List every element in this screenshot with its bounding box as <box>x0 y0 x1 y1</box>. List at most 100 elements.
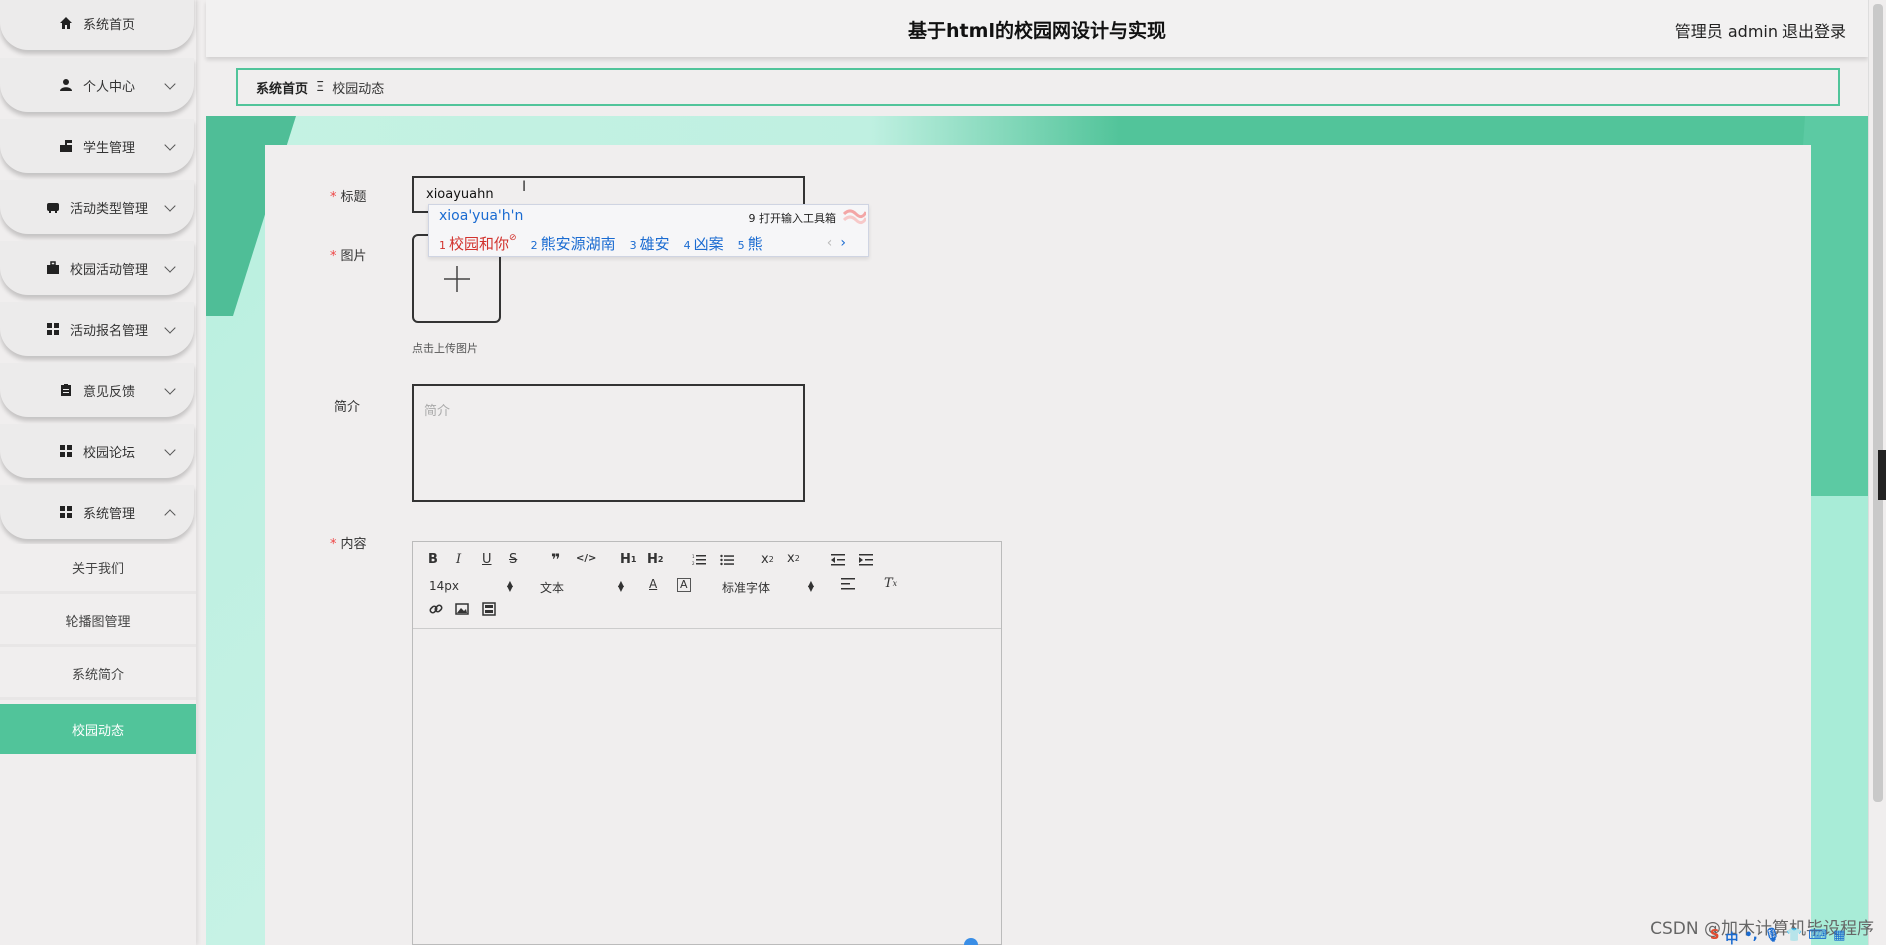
chevron-down-icon <box>164 200 176 212</box>
sidebar-subitem-label: 轮播图管理 <box>65 615 131 630</box>
sidebar-item-label: 活动报名管理 <box>69 323 148 339</box>
sidebar-item-feedback[interactable]: 意见反馈 <box>0 363 194 417</box>
breadcrumb-current: 校园动态 <box>332 81 385 97</box>
resize-handle[interactable] <box>964 938 978 945</box>
candidate-number: 2 <box>530 239 538 252</box>
ime-logo-icon <box>842 209 866 225</box>
sidebar-item-label: 校园活动管理 <box>69 262 148 278</box>
content-label-text: 内容 <box>340 537 367 552</box>
code-icon[interactable]: </> <box>576 553 596 564</box>
title-label-text: 标题 <box>340 190 367 205</box>
ime-pager: ‹ › <box>827 235 846 251</box>
candidate-text: 雄安 <box>639 235 670 253</box>
heading2-icon[interactable]: H2 <box>647 552 663 567</box>
bullet-list-icon[interactable] <box>720 554 734 566</box>
sidebar-item-label: 校园论坛 <box>82 445 135 461</box>
align-icon[interactable] <box>841 578 855 590</box>
ime-candidate[interactable]: 5熊 <box>738 233 763 254</box>
editor-content-area[interactable] <box>413 630 1001 944</box>
ime-toolbox-link[interactable]: 9 打开输入工具箱 <box>749 210 837 226</box>
ime-candidate[interactable]: 3 雄安 <box>630 233 670 254</box>
font-color-icon[interactable]: A <box>649 577 657 591</box>
home-icon <box>59 16 73 30</box>
subscript-icon[interactable]: x2 <box>761 552 774 567</box>
strikethrough-icon[interactable]: S <box>509 552 517 567</box>
intro-textarea[interactable] <box>412 384 805 502</box>
outdent-icon[interactable] <box>831 554 845 566</box>
ime-candidate[interactable]: 4 凶案 <box>684 233 724 254</box>
scroll-marker <box>1878 450 1886 500</box>
font-size-select[interactable]: 14px ▲ ▼ <box>429 579 513 595</box>
superscript-icon[interactable]: x2 <box>787 551 800 566</box>
sidebar-item-personal[interactable]: 个人中心 <box>0 58 194 112</box>
chevron-down-icon <box>164 322 176 334</box>
bold-icon[interactable]: B <box>428 552 438 567</box>
svg-text:1: 1 <box>692 554 695 559</box>
sidebar-subitem-about[interactable]: 关于我们 <box>0 544 196 594</box>
ordered-list-icon[interactable]: 12 <box>692 554 706 566</box>
chevron-up-icon <box>164 509 176 521</box>
user-icon <box>59 78 73 92</box>
font-size-value: 14px <box>429 579 459 593</box>
candidate-number: 3 <box>629 239 637 252</box>
sidebar-item-students[interactable]: 学生管理 <box>0 119 194 173</box>
sidebar-subitem-intro[interactable]: 系统简介 <box>0 650 196 700</box>
ime-next-page[interactable]: › <box>840 235 846 251</box>
grid-icon <box>46 322 60 336</box>
ime-candidate[interactable]: 1 校园和你⊘ <box>439 233 517 254</box>
microphone-icon: 🎙 <box>1763 928 1781 943</box>
check-circle-icon: ⊘ <box>509 233 517 243</box>
select-arrows-icon: ▲ ▼ <box>506 579 513 593</box>
breadcrumb: 系统首页 Ξ 校园动态 <box>236 68 1840 106</box>
sidebar-subitem-label: 系统简介 <box>71 668 124 683</box>
top-header: 基于html的校园网设计与实现 管理员 admin 退出登录 <box>206 0 1868 57</box>
italic-icon[interactable]: I <box>456 552 461 567</box>
clipboard-icon <box>59 383 73 397</box>
title-label: * 标题 <box>330 186 367 205</box>
sidebar-item-label: 系统管理 <box>82 506 135 522</box>
sidebar-subitem-carousel[interactable]: 轮播图管理 <box>0 597 196 647</box>
required-mark: * <box>330 190 337 205</box>
video-icon[interactable] <box>482 602 496 616</box>
select-arrows-icon: ▲ ▼ <box>807 579 814 593</box>
sidebar-item-home[interactable]: 系统首页 <box>0 0 194 50</box>
clear-format-icon[interactable]: Tx <box>884 576 897 591</box>
sidebar-item-activity-signup[interactable]: 活动报名管理 <box>0 302 194 356</box>
plus-icon <box>444 266 470 292</box>
image-icon[interactable] <box>455 602 469 616</box>
sidebar-subitem-news[interactable]: 校园动态 <box>0 704 196 754</box>
logout-button[interactable]: 退出登录 <box>1782 18 1846 42</box>
chevron-down-icon <box>164 383 176 395</box>
candidate-text: 凶案 <box>693 235 724 253</box>
scrollbar-thumb[interactable] <box>1873 4 1883 802</box>
site-title: 基于html的校园网设计与实现 <box>908 20 1166 42</box>
blockquote-icon[interactable]: ❞ <box>551 550 560 569</box>
grid-icon: ▦ <box>1833 928 1846 943</box>
breadcrumb-home[interactable]: 系统首页 <box>256 78 308 97</box>
student-icon <box>59 139 73 153</box>
sidebar-item-label: 学生管理 <box>82 140 135 156</box>
sidebar-item-campus-activities[interactable]: 校园活动管理 <box>0 241 194 295</box>
sidebar-item-label: 系统首页 <box>82 17 135 33</box>
underline-icon[interactable]: U <box>482 552 492 567</box>
link-icon[interactable] <box>429 602 443 616</box>
indent-icon[interactable] <box>859 554 873 566</box>
block-format-select[interactable]: 文本 ▲ ▼ <box>540 579 624 596</box>
ime-candidate[interactable]: 2 熊安源湖南 <box>531 233 616 254</box>
font-family-select[interactable]: 标准字体 ▲ ▼ <box>722 579 814 596</box>
image-label-text: 图片 <box>340 249 367 264</box>
chevron-down-icon <box>164 261 176 273</box>
block-format-value: 文本 <box>540 581 565 595</box>
sidebar-item-forum[interactable]: 校园论坛 <box>0 424 194 478</box>
chevron-down-icon <box>164 78 176 90</box>
sidebar-item-activity-types[interactable]: 活动类型管理 <box>0 180 194 234</box>
sidebar-subitem-label: 关于我们 <box>71 562 124 577</box>
grid-icon <box>59 505 73 519</box>
intro-label: 简介 <box>334 400 361 415</box>
heading1-icon[interactable]: H1 <box>620 552 636 567</box>
ime-prev-page[interactable]: ‹ <box>827 235 833 251</box>
grid-icon <box>59 444 73 458</box>
sidebar-item-system[interactable]: 系统管理 <box>0 485 194 539</box>
background-color-icon[interactable]: A <box>677 578 691 592</box>
select-arrows-icon: ▲ ▼ <box>617 579 624 593</box>
